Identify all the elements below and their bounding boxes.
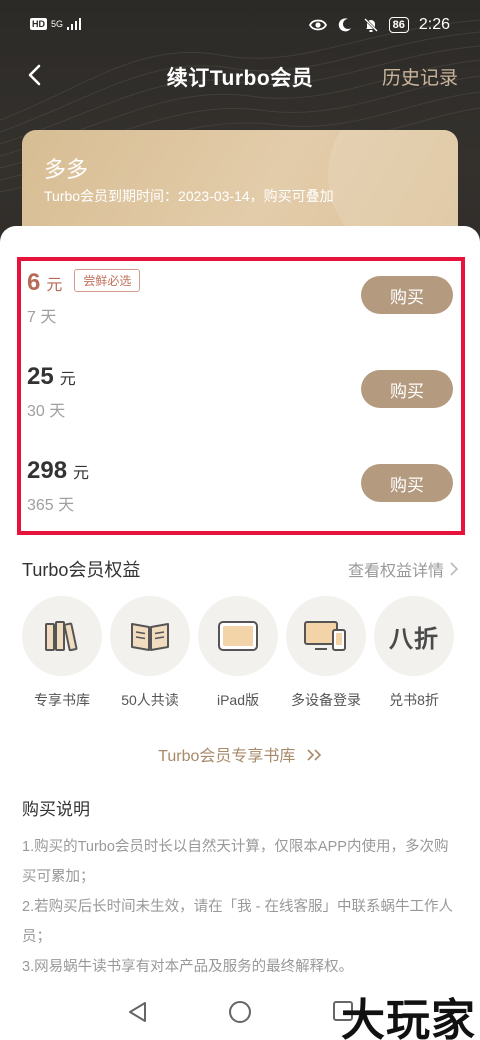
benefit-label: 专享书库	[34, 692, 90, 708]
plan-item-30-days: 25 元 30 天 购买	[21, 355, 461, 449]
benefit-item-ipad[interactable]: iPad版	[198, 596, 278, 710]
chevron-right-icon	[450, 562, 458, 576]
member-expire-text: Turbo会员到期时间：2023-03-14，购买可叠加	[44, 188, 334, 204]
double-chevron-right-icon	[306, 748, 322, 765]
hd-badge: HD	[30, 18, 47, 30]
plan-duration: 365 天	[27, 497, 75, 514]
buy-button[interactable]: 购买	[361, 276, 453, 314]
benefit-item-multidevice[interactable]: 多设备登录	[286, 596, 366, 710]
benefit-item-coread[interactable]: 50人共读	[110, 596, 190, 710]
member-name: 多多	[44, 157, 89, 182]
benefits-detail-label: 查看权益详情	[347, 563, 444, 580]
eye-icon	[308, 19, 327, 31]
signal-label: 5G	[51, 18, 64, 29]
plan-price-unit: 元	[73, 465, 90, 482]
history-link[interactable]: 历史记录	[382, 63, 458, 90]
plan-price: 25	[27, 363, 54, 390]
plan-duration: 7 天	[27, 309, 57, 326]
signal-icon	[67, 18, 82, 30]
benefit-label: 50人共读	[121, 692, 179, 708]
plan-item-365-days: 298 元 365 天 购买	[21, 449, 461, 543]
benefit-label: 兑书8折	[389, 692, 439, 708]
clock: 2:26	[418, 16, 450, 33]
nav-bar: 续订Turbo会员 历史记录	[0, 54, 480, 98]
mute-bell-icon	[363, 18, 378, 32]
benefit-item-discount[interactable]: 八折 兑书8折	[374, 596, 454, 710]
benefit-icons: 专享书库 50人共读 iPad版 多设备登录 八折 兑书8折	[22, 596, 480, 716]
buy-button[interactable]: 购买	[361, 370, 453, 408]
buy-button[interactable]: 购买	[361, 464, 453, 502]
purchase-note-line: 1.购买的Turbo会员时长以自然天计算，仅限本APP内使用，多次购买可累加；	[22, 839, 449, 885]
back-triangle-icon[interactable]	[126, 1000, 148, 1024]
plan-duration: 30 天	[27, 403, 66, 420]
battery-indicator: 86	[388, 17, 409, 33]
purchase-notes: 1.购买的Turbo会员时长以自然天计算，仅限本APP内使用，多次购买可累加； …	[22, 832, 462, 982]
moon-icon	[338, 18, 351, 32]
purchase-notes-title: 购买说明	[22, 800, 90, 819]
benefits-detail-link[interactable]: 查看权益详情	[348, 557, 458, 581]
benefit-label: iPad版	[216, 692, 260, 708]
benefits-title: Turbo会员权益	[22, 560, 141, 580]
plan-price: 298	[27, 457, 68, 484]
trial-badge: 尝鲜必选	[74, 268, 141, 292]
plan-list: 6 元 尝鲜必选 7 天 购买 25 元 30 天 购买 298 元 365 天…	[17, 257, 465, 535]
plan-item-7-days: 6 元 尝鲜必选 7 天 购买	[21, 261, 461, 355]
plan-price-unit: 元	[46, 277, 63, 294]
library-link-label: Turbo会员专享书库	[158, 748, 296, 765]
plan-price-unit: 元	[59, 371, 76, 388]
bookshelf-icon	[45, 621, 78, 652]
purchase-note-line: 3.网易蜗牛读书享有对本产品及服务的最终解释权。	[22, 959, 354, 975]
multi-device-icon	[304, 621, 346, 651]
plan-price: 6	[27, 269, 41, 296]
home-circle-icon[interactable]	[228, 1000, 252, 1024]
discount-text: 八折	[389, 625, 439, 653]
purchase-note-line: 2.若购买后长时间未生效，请在「我 - 在线客服」中联系蜗牛工作人员；	[22, 899, 453, 945]
benefit-label: 多设备登录	[291, 692, 361, 708]
open-book-icon	[131, 623, 169, 651]
exclusive-library-link[interactable]: Turbo会员专享书库	[0, 742, 480, 766]
watermark-logo: 大玩家	[341, 996, 476, 1040]
benefit-item-library[interactable]: 专享书库	[22, 596, 102, 710]
tablet-icon	[218, 621, 258, 651]
status-bar: HD 5G 86 2:26	[0, 0, 480, 54]
